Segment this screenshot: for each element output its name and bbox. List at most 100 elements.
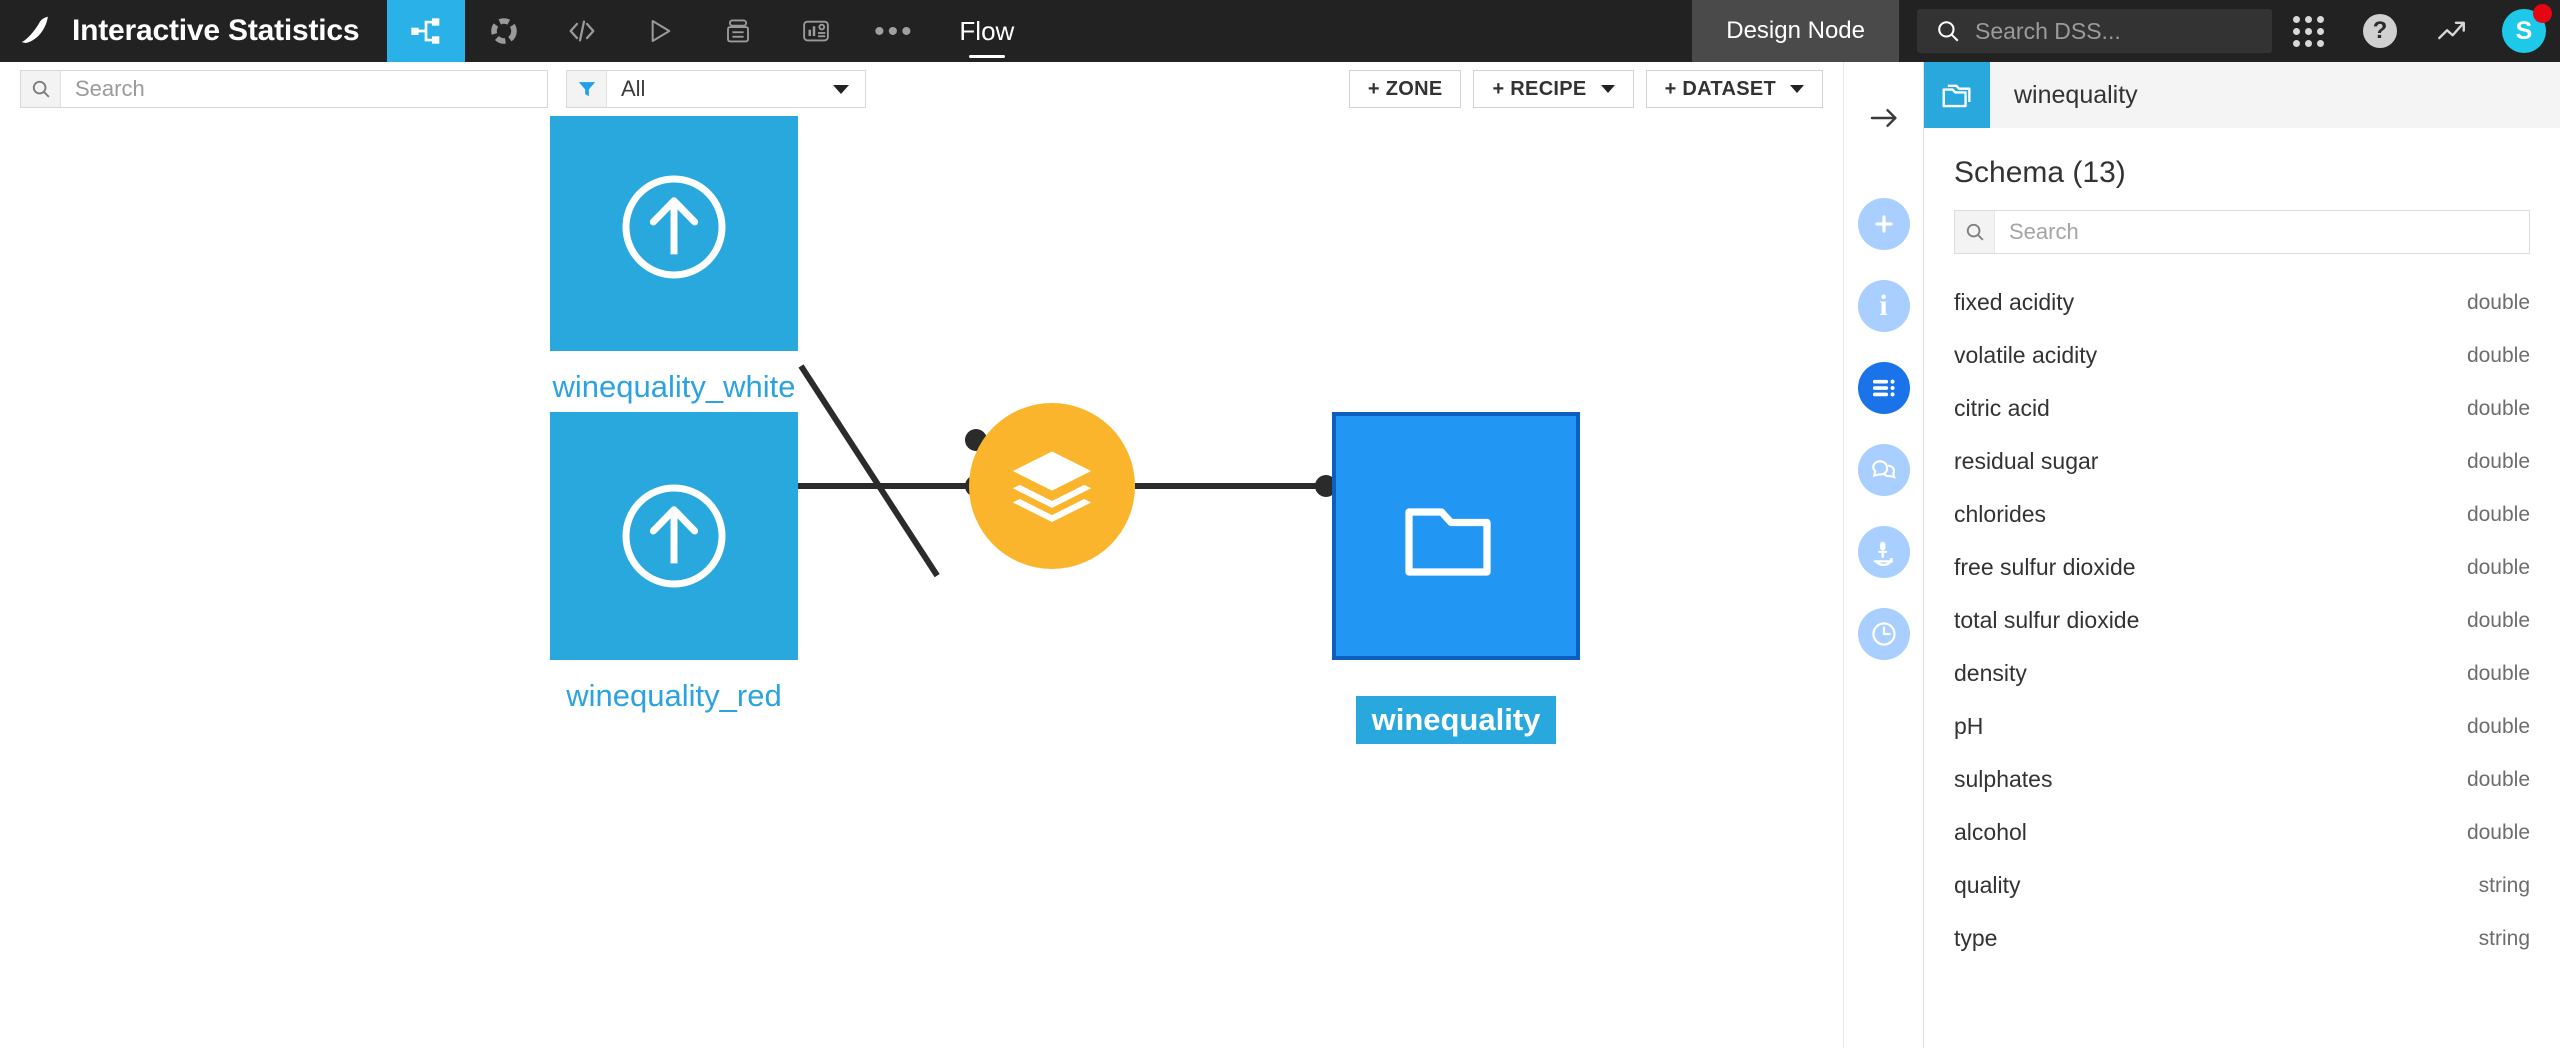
schema-column-name: citric acid: [1954, 395, 2050, 422]
help-question-icon[interactable]: ?: [2344, 0, 2416, 62]
dataset-node-box-selected[interactable]: [1332, 412, 1580, 660]
flow-search-box[interactable]: [20, 70, 548, 108]
chevron-down-icon: [1790, 85, 1804, 93]
add-zone-button[interactable]: + ZONE: [1349, 70, 1462, 108]
global-search-placeholder: Search DSS...: [1975, 18, 2121, 45]
schema-row[interactable]: quality string: [1924, 859, 2560, 912]
dataset-details-panel: winequality Schema (13) fixed acidity dou…: [1923, 62, 2560, 1048]
schema-column-name: pH: [1954, 713, 1983, 740]
schema-column-type: string: [2479, 874, 2530, 898]
nav-database-icon[interactable]: [699, 0, 777, 62]
flow-node-winequality[interactable]: winequality: [1332, 412, 1580, 744]
nav-flow-icon[interactable]: [387, 0, 465, 62]
schema-column-name: chlorides: [1954, 501, 2046, 528]
project-title[interactable]: Interactive Statistics: [72, 14, 387, 48]
schema-row[interactable]: densitydouble: [1924, 647, 2560, 700]
edge-white-to-recipe: [798, 364, 939, 577]
rail-discussions-icon[interactable]: [1858, 444, 1910, 496]
flow-node-label[interactable]: winequality: [1356, 696, 1557, 744]
schema-column-type: double: [2467, 768, 2530, 792]
schema-column-name: quality: [1954, 872, 2020, 899]
panel-dataset-name: winequality: [1990, 81, 2138, 110]
nav-lab-icon[interactable]: [465, 0, 543, 62]
schema-column-type: double: [2467, 503, 2530, 527]
nav-automation-play-icon[interactable]: [621, 0, 699, 62]
schema-row[interactable]: type string: [1924, 912, 2560, 965]
schema-column-type: double: [2467, 556, 2530, 580]
design-node-button[interactable]: Design Node: [1692, 0, 1899, 62]
schema-column-name: residual sugar: [1954, 448, 2098, 475]
schema-row[interactable]: citric acid double: [1924, 382, 2560, 435]
schema-row[interactable]: residual sugar double: [1924, 435, 2560, 488]
nav-code-icon[interactable]: [543, 0, 621, 62]
trending-up-icon[interactable]: [2416, 0, 2488, 62]
flow-node-winequality-red[interactable]: winequality_red: [550, 412, 798, 714]
schema-row[interactable]: alcohol double: [1924, 806, 2560, 859]
flow-node-winequality-white[interactable]: winequality_white: [550, 116, 798, 405]
right-rail: i: [1843, 62, 1923, 1048]
flow-canvas[interactable]: winequality_white winequality_red winequ: [0, 116, 1843, 1048]
schema-row[interactable]: pHdouble: [1924, 700, 2560, 753]
schema-column-name: sulphates: [1954, 766, 2052, 793]
chevron-down-icon: [1601, 85, 1615, 93]
schema-column-type: double: [2467, 450, 2530, 474]
add-recipe-button[interactable]: + RECIPE: [1473, 70, 1633, 108]
search-icon: [1935, 18, 1961, 44]
upload-arrow-icon: [607, 469, 741, 603]
notification-dot: [2533, 4, 2552, 23]
schema-row[interactable]: free sulfur dioxidedouble: [1924, 541, 2560, 594]
flow-filter-dropdown[interactable]: All: [566, 70, 866, 108]
apps-grid-icon[interactable]: [2272, 0, 2344, 62]
schema-column-name: density: [1954, 660, 2027, 687]
schema-row[interactable]: total sulfur dioxide double: [1924, 594, 2560, 647]
nav-dashboard-icon[interactable]: [777, 0, 855, 62]
flow-node-label[interactable]: winequality_red: [550, 678, 798, 714]
add-zone-label: + ZONE: [1368, 78, 1443, 101]
schema-column-name: type: [1954, 925, 1997, 952]
global-search-box[interactable]: Search DSS...: [1917, 9, 2272, 53]
dataset-node-box[interactable]: [550, 116, 798, 351]
flow-filter-value: All: [607, 76, 833, 102]
schema-row[interactable]: fixed acidity double: [1924, 276, 2560, 329]
edge-recipe-to-winequality: [1135, 483, 1335, 489]
rail-info-icon[interactable]: i: [1858, 280, 1910, 332]
schema-search-input[interactable]: [1995, 211, 2529, 253]
flow-node-label[interactable]: winequality_white: [550, 369, 798, 405]
search-icon: [1955, 211, 1995, 253]
dataset-node-box[interactable]: [550, 412, 798, 660]
top-header-bar: Interactive Statistics: [0, 0, 2560, 62]
schema-column-type: double: [2467, 397, 2530, 421]
add-dataset-button[interactable]: + DATASET: [1646, 70, 1823, 108]
schema-search-box[interactable]: [1954, 210, 2530, 254]
rail-schema-list-icon[interactable]: [1858, 362, 1910, 414]
rail-add-icon[interactable]: [1858, 198, 1910, 250]
schema-column-name: fixed acidity: [1954, 289, 2074, 316]
flow-node-stack-recipe[interactable]: [969, 403, 1135, 569]
avatar[interactable]: S: [2488, 0, 2560, 62]
edge-red-to-recipe: [790, 483, 985, 489]
collapse-panel-arrow-icon[interactable]: [1856, 90, 1912, 146]
schema-column-type: double: [2467, 821, 2530, 845]
chevron-down-icon: [833, 85, 849, 94]
schema-column-name: alcohol: [1954, 819, 2027, 846]
nav-more-icon[interactable]: •••: [855, 0, 933, 62]
schema-column-type: double: [2467, 291, 2530, 315]
schema-row[interactable]: chlorides double: [1924, 488, 2560, 541]
dataiku-bird-logo[interactable]: [0, 0, 72, 62]
folder-icon: [1924, 62, 1990, 128]
schema-row[interactable]: sulphates double: [1924, 753, 2560, 806]
schema-column-name: volatile acidity: [1954, 342, 2097, 369]
active-tab-flow[interactable]: Flow: [933, 0, 1040, 62]
flow-toolbar: All + ZONE + RECIPE + DATASET: [0, 62, 1843, 116]
header-nav-icons: •••: [387, 0, 933, 62]
rail-history-clock-icon[interactable]: [1858, 608, 1910, 660]
schema-column-type: double: [2467, 609, 2530, 633]
info-glyph: i: [1879, 289, 1887, 323]
schema-row[interactable]: volatile aciditydouble: [1924, 329, 2560, 382]
help-glyph: ?: [2363, 14, 2397, 48]
schema-column-name: total sulfur dioxide: [1954, 607, 2139, 634]
flow-search-input[interactable]: [61, 71, 547, 107]
rail-lab-microscope-icon[interactable]: [1858, 526, 1910, 578]
schema-column-type: string: [2479, 927, 2530, 951]
schema-heading: Schema (13): [1924, 128, 2560, 210]
